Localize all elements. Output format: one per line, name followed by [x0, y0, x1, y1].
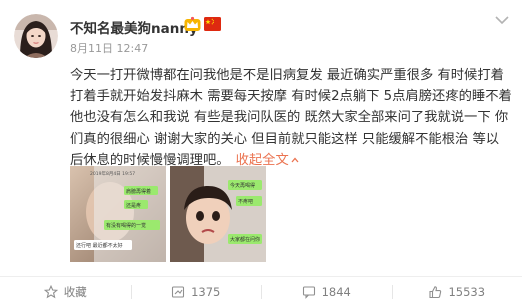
like-button[interactable]: 15533 [391, 277, 522, 306]
chat-bubble: 还是疼 [126, 203, 142, 209]
like-count: 15533 [448, 284, 486, 299]
user-badges [184, 16, 221, 32]
username[interactable]: 不知名最美狗nanny [70, 17, 198, 37]
favorite-button[interactable]: 收藏 [0, 277, 131, 306]
comment-icon [302, 285, 315, 299]
comment-count: 1844 [321, 284, 351, 299]
repost-icon [172, 285, 185, 298]
chat-bubble: 不疼吧 [238, 199, 254, 205]
star-icon [43, 284, 58, 298]
weibo-post-card: 不知名最美狗nanny 8月11日 12:47 今天一打开微博都在问我他是不是旧… [0, 0, 522, 306]
post-image-1[interactable]: 2019年8月4日 19:57 肩膀再得着 还是疼 有没有喝得的一觉 还行吧 最… [70, 166, 166, 262]
repost-button[interactable]: 1375 [130, 277, 262, 306]
action-bar: 收藏 1375 1844 15533 [0, 277, 522, 306]
thumbs-up-icon [429, 285, 442, 298]
chat-bubble: 大家都在问你 [230, 237, 261, 243]
vip-crown-icon[interactable] [184, 16, 201, 32]
chat-bubble: 肩膀再得着 [126, 189, 152, 195]
chat-date: 2019年8月4日 19:57 [90, 172, 136, 177]
chevron-down-icon[interactable] [493, 14, 511, 26]
comment-button[interactable]: 1844 [261, 277, 392, 306]
chat-bubble: 今天再喝得 [230, 183, 256, 189]
user-avatar[interactable] [14, 14, 58, 58]
post-image-2[interactable]: 今天再喝得 不疼吧 大家都在问你 [170, 166, 266, 262]
china-flag-icon [204, 17, 221, 31]
chevron-up-icon [291, 157, 299, 163]
post-text: 今天一打开微博都在问我他是不是旧病复发 最近确实严重很多 有时候打着打着手就开始… [70, 65, 512, 171]
favorite-label: 收藏 [63, 284, 87, 299]
repost-count: 1375 [191, 284, 221, 299]
post-timestamp[interactable]: 8月11日 12:47 [70, 40, 148, 56]
chat-bubble: 有没有喝得的一觉 [106, 223, 147, 229]
chat-bubble: 还行吧 最近都不太好 [76, 243, 123, 249]
